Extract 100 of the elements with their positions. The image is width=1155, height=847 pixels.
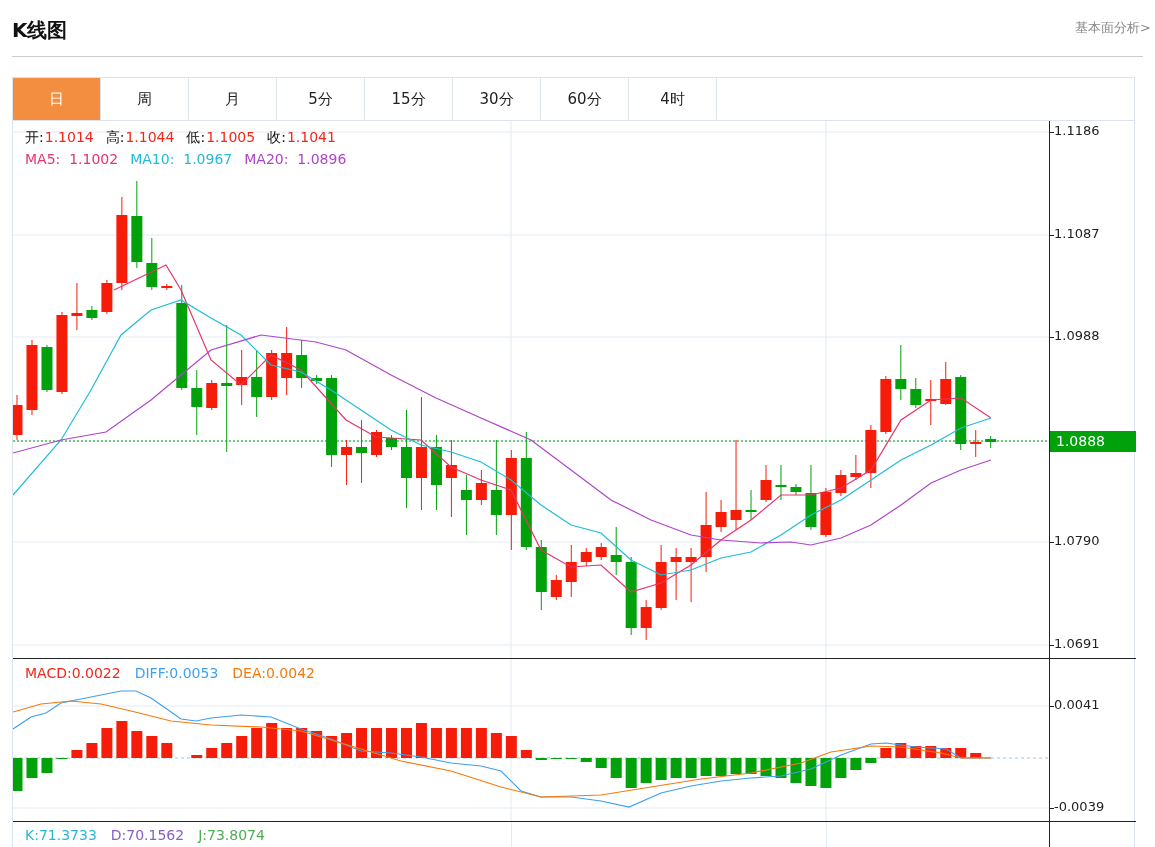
histogram-bar — [206, 748, 218, 758]
candlestick — [640, 599, 652, 641]
histogram-bar — [970, 753, 982, 758]
histogram-bar — [595, 758, 607, 768]
candlestick — [266, 349, 278, 401]
candlestick — [925, 379, 937, 426]
candlestick — [101, 279, 113, 315]
histogram-bar — [71, 750, 83, 758]
histogram-bar — [401, 728, 412, 758]
histogram-bar — [26, 758, 38, 778]
candlestick — [475, 469, 487, 506]
histogram-bar — [895, 743, 907, 758]
candlestick — [670, 547, 682, 601]
candlestick — [13, 394, 23, 441]
histogram-bar — [580, 758, 592, 762]
histogram-bar — [730, 758, 742, 774]
candlestick — [580, 547, 592, 567]
candlestick — [985, 435, 997, 449]
candlestick — [910, 377, 922, 409]
kdj-legend-value: D:70.1562 — [110, 827, 185, 843]
histogram-bar — [625, 758, 637, 788]
candlestick — [850, 454, 862, 481]
price-label: 开: — [25, 129, 44, 147]
price-label: 收: — [267, 129, 286, 147]
histogram-bar — [101, 728, 113, 758]
candlestick — [550, 574, 562, 601]
histogram-bar — [700, 758, 712, 776]
histogram-bar — [850, 758, 862, 770]
candlestick — [595, 542, 607, 561]
candlestick — [880, 375, 892, 435]
candlestick — [371, 429, 382, 458]
histogram-bar — [610, 758, 622, 778]
candlestick — [161, 283, 173, 291]
candlestick — [655, 544, 667, 611]
candlestick — [760, 464, 772, 503]
candlestick — [835, 469, 847, 497]
histogram-bar — [760, 758, 772, 776]
price-axis-label: 1.1186 — [1054, 123, 1100, 138]
candlestick — [71, 282, 83, 331]
histogram-bar — [775, 758, 787, 778]
candlestick — [356, 419, 368, 484]
fundamental-analysis-link[interactable]: 基本面分析> — [1075, 19, 1151, 37]
candlestick — [281, 326, 293, 396]
histogram-bar — [640, 758, 652, 783]
histogram-bar — [790, 758, 802, 783]
price-axis-label: 1.0790 — [1054, 533, 1100, 548]
candlestick — [191, 369, 203, 436]
candlestick — [685, 547, 697, 603]
macd-legend-value: DIFF:0.0053 — [134, 665, 219, 681]
candlestick — [535, 539, 547, 611]
candlestick — [715, 499, 727, 533]
histogram-bar — [251, 728, 263, 758]
macd-axis-label: 0.0041 — [1054, 697, 1100, 712]
histogram-bar — [445, 728, 457, 758]
histogram-bar — [131, 731, 143, 758]
macd-legend-value: MACD:0.0022 — [25, 665, 121, 681]
histogram-bar — [191, 755, 203, 758]
histogram-bar — [326, 736, 338, 758]
histogram-bar — [490, 733, 502, 758]
candlestick — [206, 379, 218, 411]
candlestick — [805, 464, 817, 531]
histogram-bar — [13, 758, 23, 791]
histogram-bar — [805, 758, 817, 786]
candlestick — [940, 361, 952, 406]
candlestick — [41, 344, 53, 393]
candlestick — [311, 374, 323, 385]
histogram-bar — [880, 748, 892, 758]
candlestick — [86, 305, 98, 321]
candlestick — [251, 349, 263, 418]
candlestick — [460, 474, 472, 536]
histogram-bar — [715, 758, 727, 776]
kdj-legend-value: J:73.8074 — [198, 827, 265, 843]
histogram-bar — [865, 758, 877, 763]
histogram-bar — [925, 746, 937, 758]
histogram-bar — [820, 758, 832, 788]
moving-average-value: MA10: 1.0967 — [130, 151, 233, 167]
moving-average-value: MA20: 1.0896 — [244, 151, 347, 167]
candlestick — [895, 344, 907, 401]
price-value: 1.1005 — [206, 129, 256, 147]
histogram-bar — [281, 728, 293, 758]
candlestick — [865, 424, 877, 489]
histogram-bar — [41, 758, 53, 773]
moving-average-value: MA5: 1.1002 — [25, 151, 119, 167]
candlestick — [820, 487, 832, 538]
histogram-bar — [116, 721, 128, 758]
kdj-legend-value: K:71.3733 — [25, 827, 97, 843]
candlestick — [386, 434, 397, 451]
histogram-bar — [685, 758, 697, 778]
histogram-bar — [221, 743, 233, 758]
price-axis-label: 1.0988 — [1054, 328, 1100, 343]
histogram-bar — [520, 750, 532, 758]
price-label: 高: — [105, 129, 125, 147]
price-axis-label: 1.0691 — [1054, 636, 1100, 651]
histogram-bar — [296, 728, 308, 758]
price-label: 低: — [186, 129, 206, 147]
price-axis-label: 1.1087 — [1054, 226, 1100, 241]
candlestick — [610, 526, 622, 576]
histogram-bar — [371, 728, 382, 758]
candlestick — [296, 339, 308, 389]
histogram-bar — [460, 728, 472, 758]
